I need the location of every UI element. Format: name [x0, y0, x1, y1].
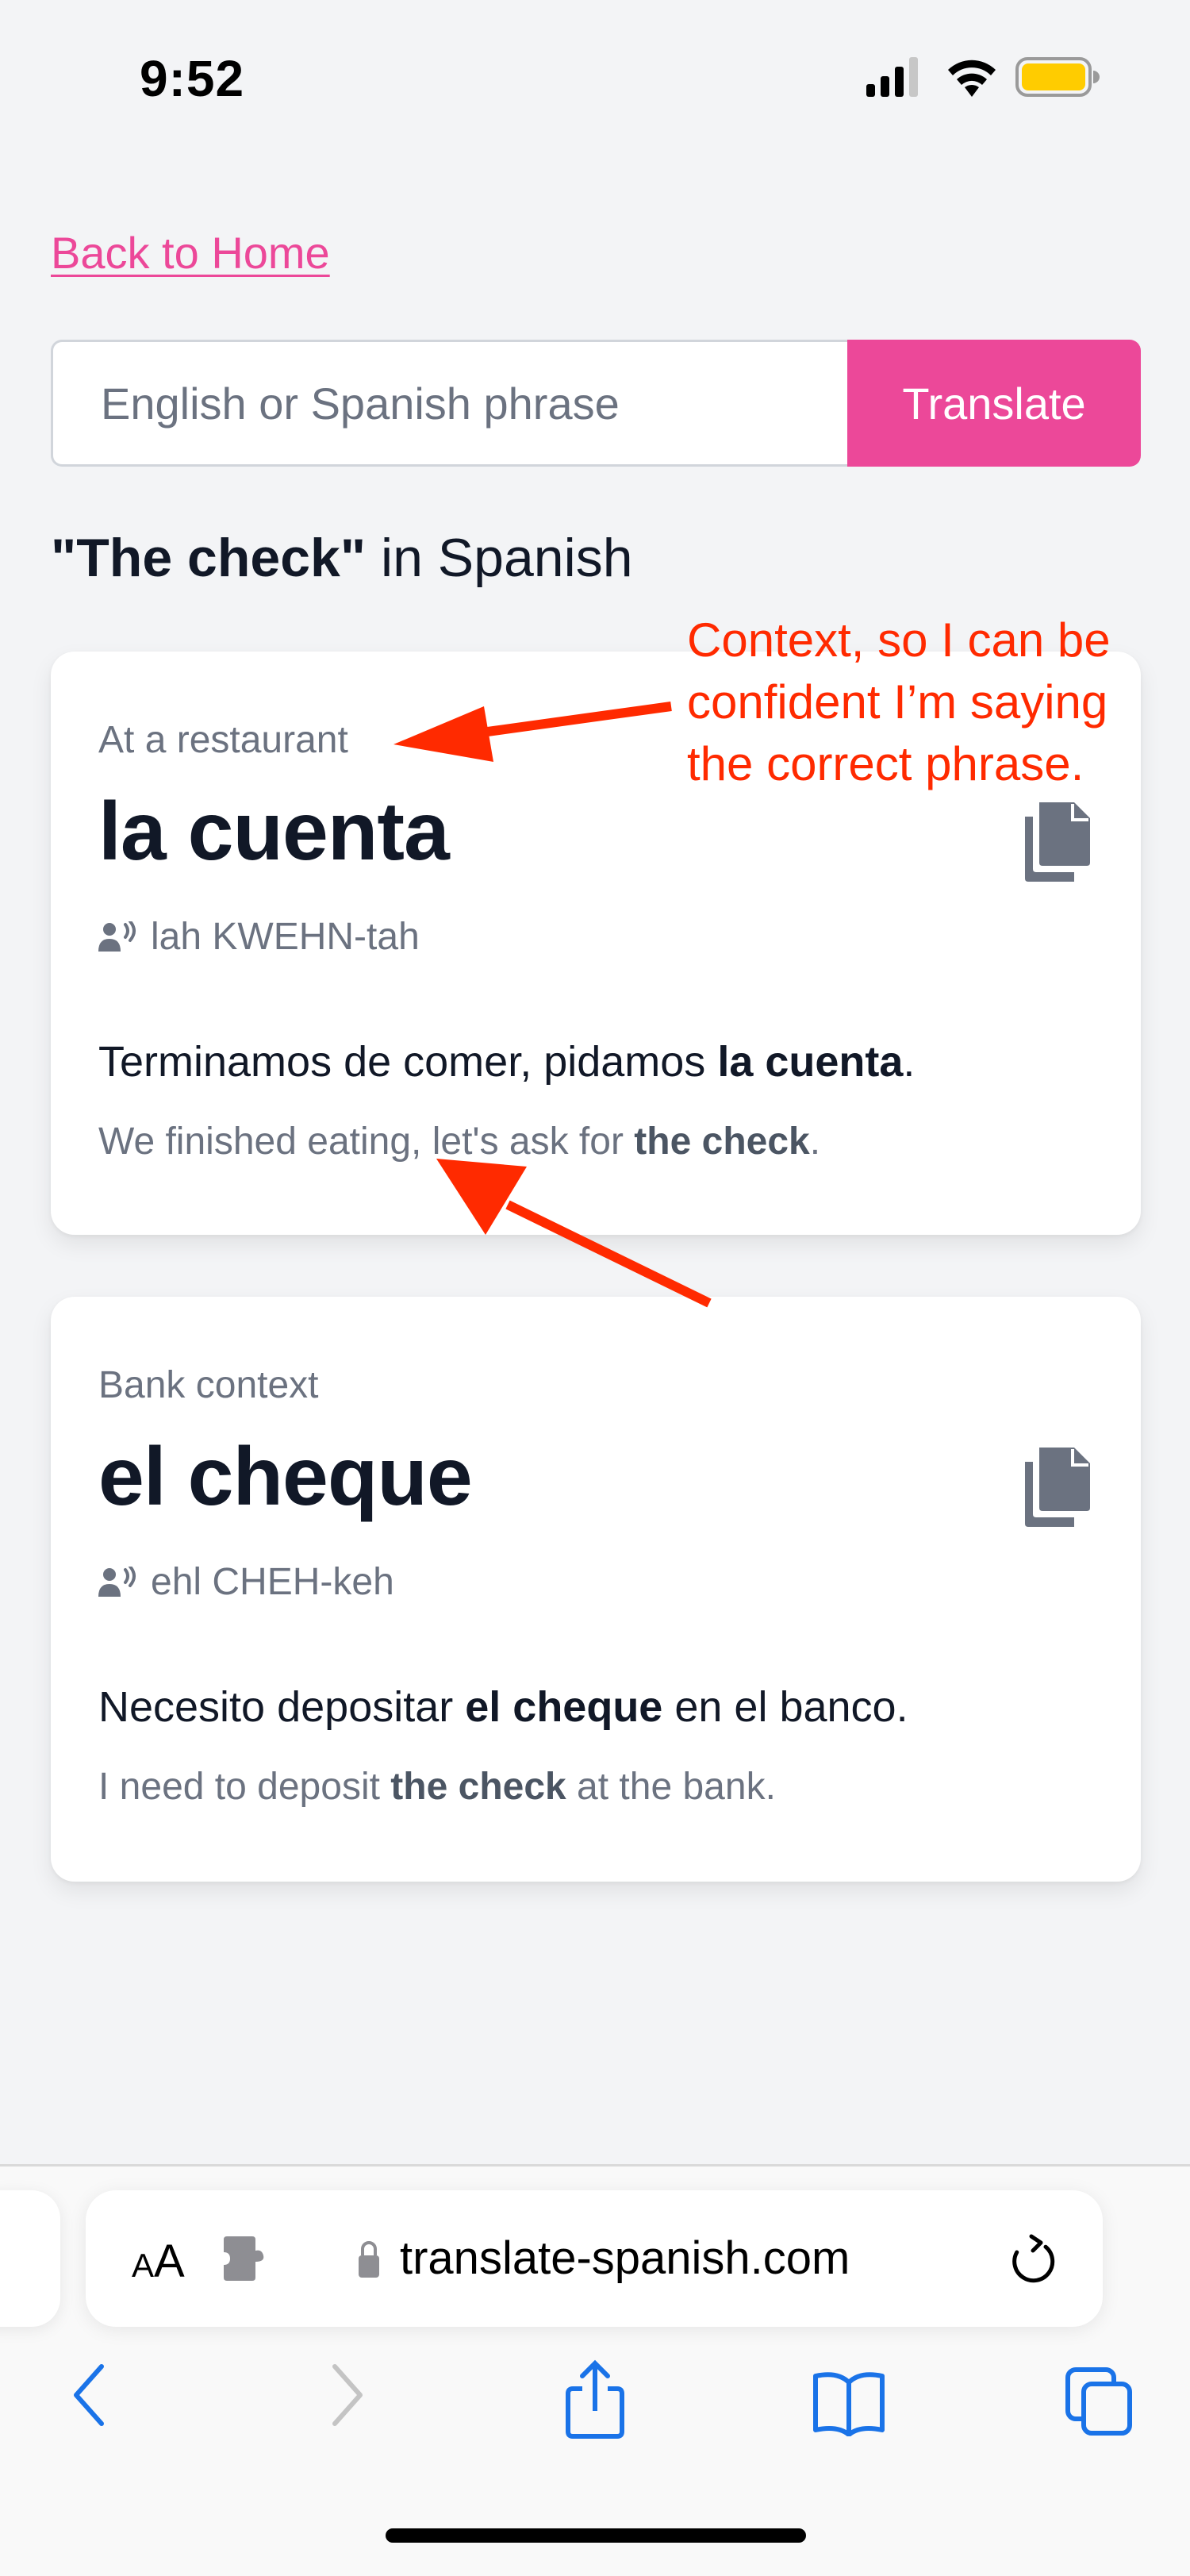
extension-puzzle-icon[interactable] [221, 2236, 271, 2281]
example-highlight: the check [390, 1766, 566, 1808]
arrow-to-example-icon [436, 1159, 712, 1308]
pronunciation-text: ehl CHEH-keh [151, 1561, 394, 1603]
lock-icon [359, 2241, 379, 2278]
arrow-to-context-icon [393, 702, 672, 762]
example-text: at the bank. [566, 1766, 776, 1808]
pronunciation: ehl CHEH-keh [98, 1560, 394, 1604]
translation-term: el cheque [98, 1431, 473, 1523]
example-english: I need to deposit the check at the bank. [98, 1765, 776, 1809]
annotation-arrows [393, 702, 712, 1308]
bookmarks-icon[interactable] [809, 2370, 889, 2436]
speaker-person-icon[interactable] [98, 1566, 136, 1598]
home-indicator [386, 2528, 806, 2543]
address-bar[interactable]: AA translate-spanish.com [86, 2190, 1103, 2327]
translation-card: Bank context el cheque ehl CHEH-keh Nece… [51, 1297, 1141, 1882]
copy-icon[interactable] [1022, 1448, 1093, 1527]
context-label: Bank context [98, 1364, 319, 1406]
url-text[interactable]: translate-spanish.com [400, 2232, 850, 2285]
tabs-icon[interactable] [1063, 2365, 1134, 2438]
back-icon[interactable] [70, 2363, 109, 2427]
example-text: I need to deposit [98, 1766, 391, 1808]
example-text: en el banco. [662, 1683, 908, 1731]
forward-icon[interactable] [327, 2363, 367, 2427]
previous-tab-preview[interactable] [0, 2190, 60, 2327]
share-icon[interactable] [562, 2359, 628, 2441]
example-spanish: Necesito depositar el cheque en el banco… [98, 1682, 908, 1732]
aa-large: A [154, 2236, 185, 2287]
reload-icon[interactable] [1012, 2232, 1060, 2287]
aa-small: A [132, 2247, 155, 2284]
example-text: Necesito depositar [98, 1683, 466, 1731]
example-highlight: el cheque [465, 1683, 663, 1731]
reader-settings-button[interactable]: AA [132, 2235, 185, 2288]
